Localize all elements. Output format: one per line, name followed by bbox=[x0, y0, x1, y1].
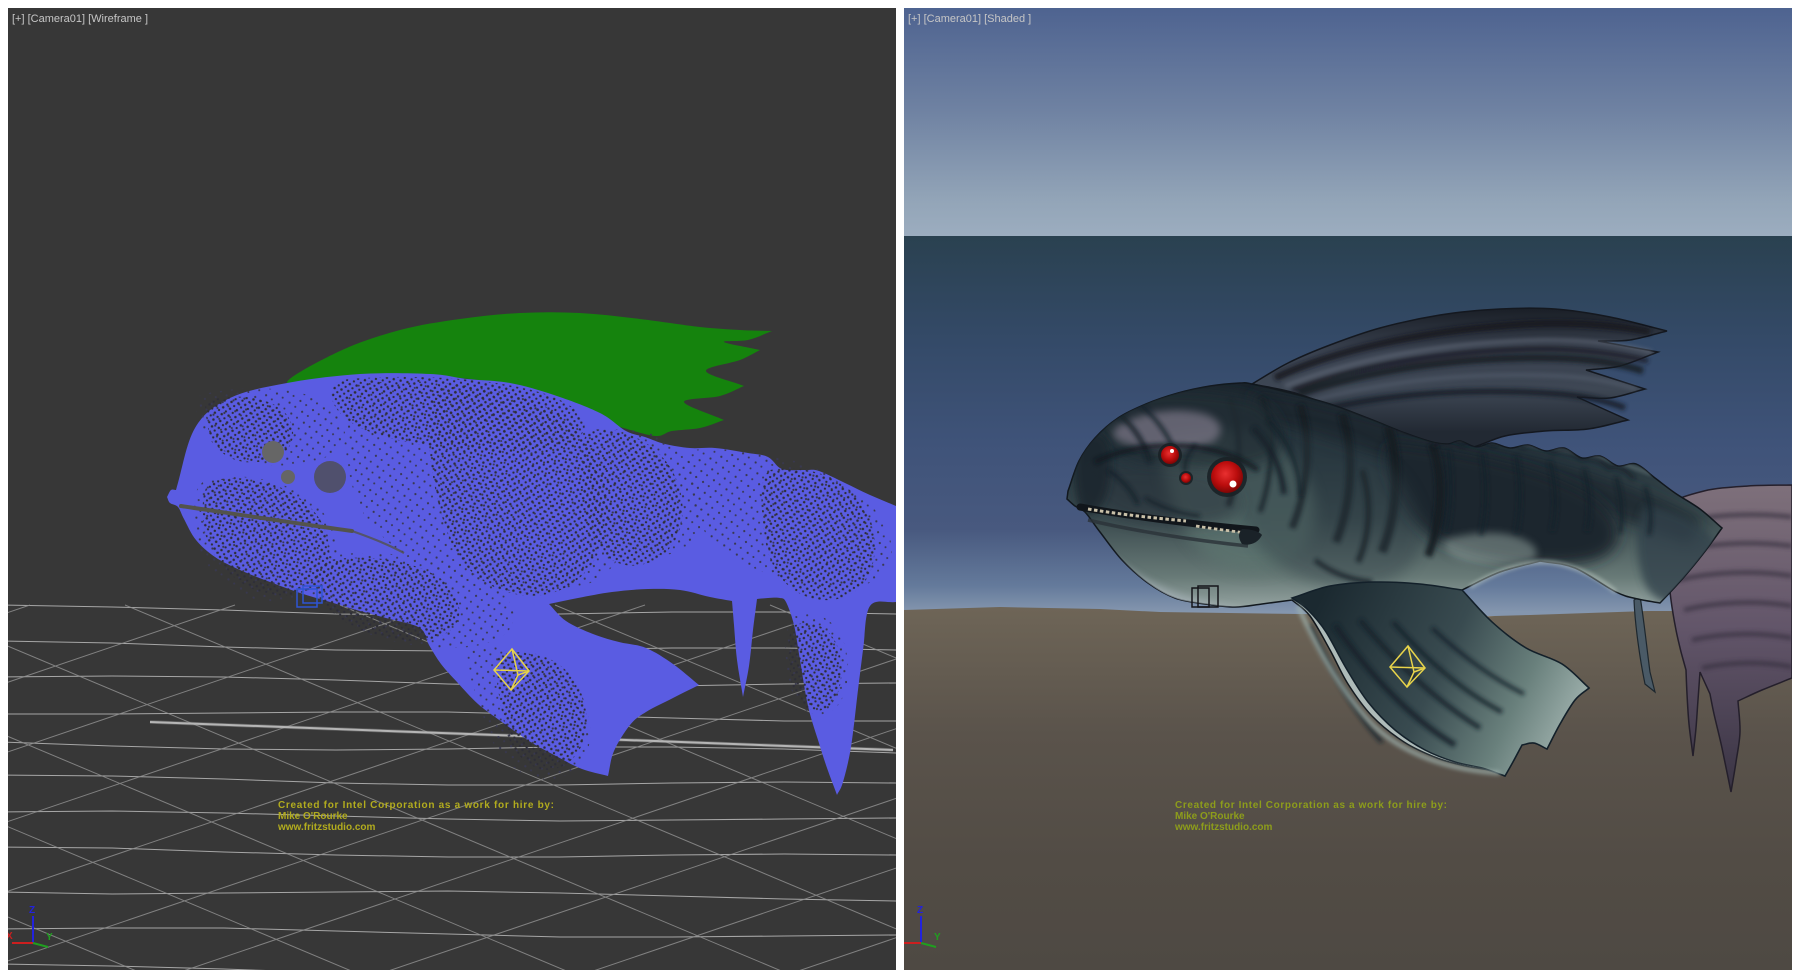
svg-text:www.fritzstudio.com: www.fritzstudio.com bbox=[1174, 822, 1273, 833]
svg-text:Y: Y bbox=[46, 932, 53, 943]
svg-text:Z: Z bbox=[29, 905, 35, 916]
svg-text:Z: Z bbox=[917, 905, 923, 916]
svg-text:www.fritzstudio.com: www.fritzstudio.com bbox=[277, 822, 376, 833]
svg-text:[+] [Camera01] [Shaded ]: [+] [Camera01] [Shaded ] bbox=[908, 13, 1031, 25]
svg-text:Y: Y bbox=[934, 932, 941, 943]
svg-text:Mike O'Rourke: Mike O'Rourke bbox=[1175, 811, 1245, 822]
svg-text:Created for Intel Corporation: Created for Intel Corporation as a work … bbox=[1175, 800, 1447, 811]
svg-text:Created for Intel Corporation: Created for Intel Corporation as a work … bbox=[278, 800, 554, 811]
svg-text:[+] [Camera01] [Wireframe ]: [+] [Camera01] [Wireframe ] bbox=[12, 13, 148, 25]
svg-text:Mike O'Rourke: Mike O'Rourke bbox=[278, 811, 348, 822]
